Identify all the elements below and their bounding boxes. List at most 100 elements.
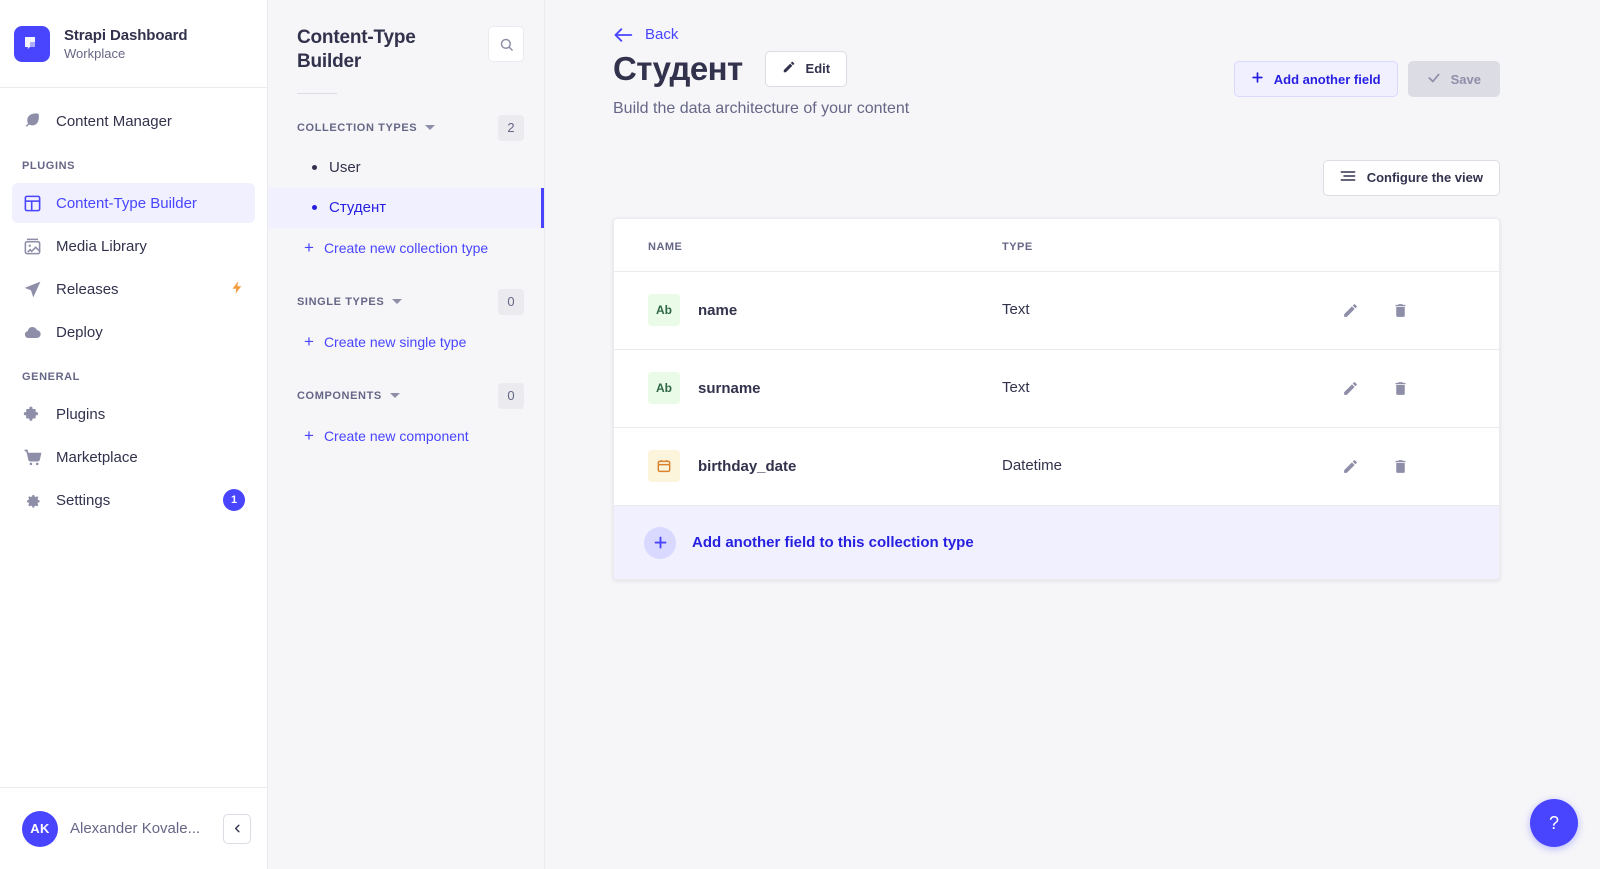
group-label: COMPONENTS (297, 389, 382, 402)
sidebar-item-label: Marketplace (56, 448, 138, 466)
create-label: Create new single type (323, 333, 467, 350)
collection-type-label: Студент (329, 199, 387, 217)
content-type-builder-panel: Content-Type Builder COLLECTION TYPES 2 … (268, 0, 545, 869)
page-header-actions: Add another field Save (1233, 49, 1500, 97)
sidebar-item-media-library[interactable]: Media Library (12, 226, 255, 266)
table-head: NAME TYPE (614, 218, 1499, 272)
create-new-collection-type[interactable]: + Create new collection type (268, 228, 544, 268)
image-icon (22, 236, 42, 256)
add-field-footer-label: Add another field to this collection typ… (692, 534, 974, 552)
main-inner: Back Студент Edit Build the data archite… (545, 0, 1600, 581)
page-header: Студент Edit Build the data architecture… (613, 49, 1500, 118)
ctb-header: Content-Type Builder (268, 26, 544, 75)
sidebar-item-marketplace[interactable]: Marketplace (12, 437, 255, 477)
app-root: Strapi Dashboard Workplace Content Manag… (0, 0, 1600, 869)
chevron-down-icon (389, 393, 400, 399)
back-button[interactable]: Back (613, 26, 1500, 43)
pencil-icon[interactable] (1339, 455, 1361, 477)
gear-icon (22, 490, 42, 510)
sliders-icon (1340, 169, 1356, 186)
create-new-component[interactable]: + Create new component (268, 416, 544, 456)
sidebar-item-plugins[interactable]: Plugins (12, 394, 255, 434)
field-type: Datetime (1002, 457, 1063, 475)
ctb-title: Content-Type Builder (297, 27, 416, 73)
sidebar-item-label: Releases (56, 280, 119, 298)
group-label: SINGLE TYPES (297, 295, 385, 308)
chevron-down-icon (425, 125, 436, 131)
shopping-cart-icon (22, 447, 42, 467)
plus-icon (644, 526, 676, 559)
collection-type-item-student[interactable]: Студент (268, 187, 544, 228)
cell-actions (1339, 349, 1499, 428)
brand-header[interactable]: Strapi Dashboard Workplace (0, 0, 267, 88)
column-header-name: NAME (614, 218, 1002, 272)
cell-type: Datetime (1002, 427, 1339, 505)
user-footer[interactable]: AK Alexander Kovale... (0, 787, 267, 869)
table-row[interactable]: birthday_date Datetime (614, 427, 1499, 505)
column-header-actions (1339, 218, 1499, 272)
configure-the-view-button[interactable]: Configure the view (1322, 159, 1500, 196)
table-body: Ab name Text Ab surname Text birthday_da… (614, 271, 1499, 505)
save-button[interactable]: Save (1407, 61, 1500, 97)
sidebar-item-settings[interactable]: Settings 1 (12, 480, 255, 520)
question-mark-icon: ? (1548, 812, 1559, 833)
avatar: AK (22, 810, 58, 847)
cell-name: Ab name (614, 271, 1002, 350)
pencil-icon[interactable] (1339, 377, 1361, 399)
title-row: Студент Edit (613, 49, 1234, 89)
puzzle-icon (22, 404, 42, 424)
edit-button[interactable]: Edit (764, 50, 848, 87)
text-field-icon: Ab (648, 294, 680, 327)
field-name: name (698, 301, 738, 319)
configure-row: Configure the view (613, 159, 1500, 196)
cell-type: Text (1002, 349, 1339, 428)
group-count: 2 (498, 114, 524, 141)
field-type: Text (1002, 301, 1030, 319)
group-label: COLLECTION TYPES (297, 121, 418, 134)
help-button[interactable]: ? (1530, 799, 1578, 847)
search-icon[interactable] (488, 26, 524, 62)
table-header-row: NAME TYPE (614, 218, 1499, 272)
sidebar-item-label: Media Library (56, 237, 147, 255)
add-another-field-button[interactable]: Add another field (1233, 61, 1398, 97)
sidebar-collapse-button[interactable] (223, 813, 251, 844)
group-header-single-types[interactable]: SINGLE TYPES 0 (268, 282, 544, 322)
cell-actions (1339, 427, 1499, 505)
trash-icon[interactable] (1389, 299, 1411, 321)
bolt-icon (230, 279, 245, 300)
group-count: 0 (498, 288, 524, 315)
group-header-collection-types[interactable]: COLLECTION TYPES 2 (268, 108, 544, 148)
bullet-icon (312, 205, 317, 211)
table-row[interactable]: Ab surname Text (614, 349, 1499, 428)
field-name: surname (698, 379, 761, 397)
group-count: 0 (498, 382, 524, 409)
user-name: Alexander Kovale... (70, 820, 201, 837)
brand-subtitle: Workplace (64, 45, 126, 61)
table-row[interactable]: Ab name Text (614, 271, 1499, 350)
add-another-field-label: Add another field (1273, 71, 1381, 87)
fields-card: NAME TYPE Ab name Text Ab surname Text b… (613, 217, 1500, 581)
add-another-field-to-collection-button[interactable]: Add another field to this collection typ… (614, 505, 1499, 580)
feather-icon (22, 111, 42, 131)
plus-icon: + (304, 332, 314, 352)
save-label: Save (1450, 71, 1481, 87)
plus-icon: + (304, 426, 314, 446)
field-type: Text (1002, 379, 1030, 397)
trash-icon[interactable] (1389, 455, 1411, 477)
collection-type-item-user[interactable]: User (268, 148, 544, 188)
arrow-left-icon (613, 27, 633, 43)
bullet-icon (312, 165, 317, 171)
chevron-left-icon (234, 824, 240, 833)
sidebar-item-releases[interactable]: Releases (12, 269, 255, 309)
sidebar-item-content-type-builder[interactable]: Content-Type Builder (12, 183, 255, 223)
page-title: Студент (613, 50, 743, 87)
sidebar-item-label: Content-Type Builder (56, 194, 197, 212)
trash-icon[interactable] (1389, 377, 1411, 399)
sidebar-item-deploy[interactable]: Deploy (12, 312, 255, 352)
group-header-components[interactable]: COMPONENTS 0 (268, 376, 544, 416)
pencil-icon[interactable] (1339, 299, 1361, 321)
back-label: Back (645, 26, 679, 43)
sidebar-item-content-manager[interactable]: Content Manager (12, 101, 255, 141)
primary-sidebar: Strapi Dashboard Workplace Content Manag… (0, 0, 268, 869)
create-new-single-type[interactable]: + Create new single type (268, 322, 544, 362)
